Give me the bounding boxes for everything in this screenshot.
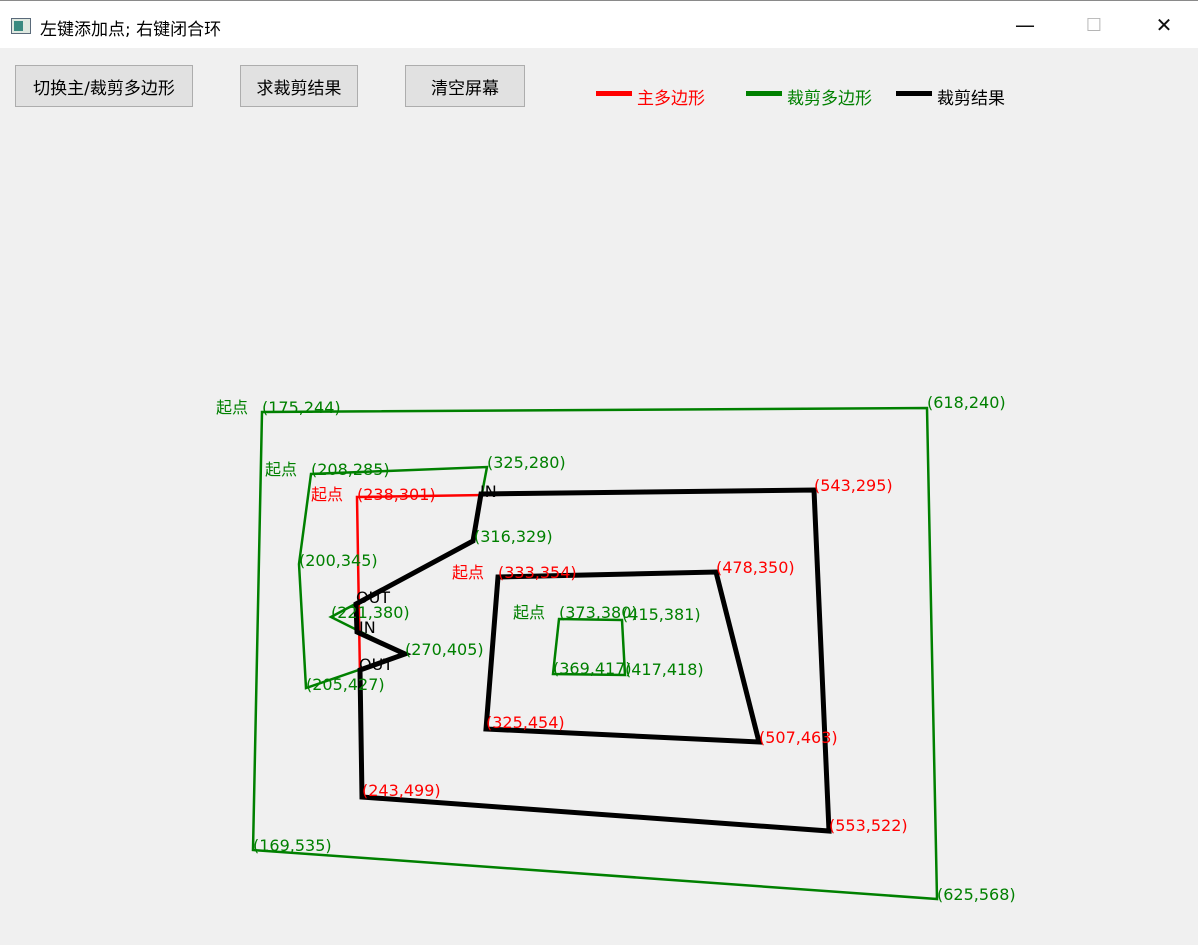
vertex-coordinate-label: (507,463) [759,728,838,747]
vertex-coordinate-label: (200,345) [299,551,378,570]
out-marker: OUT [356,588,390,607]
drawing-canvas[interactable]: 起点 (175,244) (618,240) (169,535) (625,568) 起点… [0,0,1198,945]
vertex-coordinate-label: (369,417) [553,659,632,678]
start-point-label: 起点 [311,485,343,504]
start-point-label: 起点 [216,398,248,417]
vertex-coordinate-label: (625,568) [937,885,1016,904]
in-marker: IN [359,618,376,637]
vertex-coordinate-label: (270,405) [405,640,484,659]
vertex-coordinate-label: (325,454) [486,713,565,732]
vertex-coordinate-label: (175,244) [262,398,341,417]
out-marker: OUT [359,655,393,674]
start-point-label: 起点 [452,563,484,582]
in-marker: IN [480,482,497,501]
vertex-coordinate-label: (415,381) [622,605,701,624]
start-point-label: 起点 [265,460,297,479]
vertex-coordinate-label: (618,240) [927,393,1006,412]
start-point-label: 起点 [513,603,545,622]
point-labels: 起点 (175,244) (618,240) (169,535) (625,568) 起点… [216,393,1016,904]
vertex-coordinate-label: (543,295) [814,476,893,495]
vertex-coordinate-label: (325,280) [487,453,566,472]
vertex-coordinate-label: (316,329) [474,527,553,546]
vertex-coordinate-label: (238,301) [357,485,436,504]
vertex-coordinate-label: (208,285) [311,460,390,479]
vertex-coordinate-label: (169,535) [253,836,332,855]
vertex-coordinate-label: (205,427) [306,675,385,694]
vertex-coordinate-label: (553,522) [829,816,908,835]
vertex-coordinate-label: (417,418) [625,660,704,679]
vertex-coordinate-label: (478,350) [716,558,795,577]
vertex-coordinate-label: (243,499) [362,781,441,800]
vertex-coordinate-label: (333,354) [498,563,577,582]
